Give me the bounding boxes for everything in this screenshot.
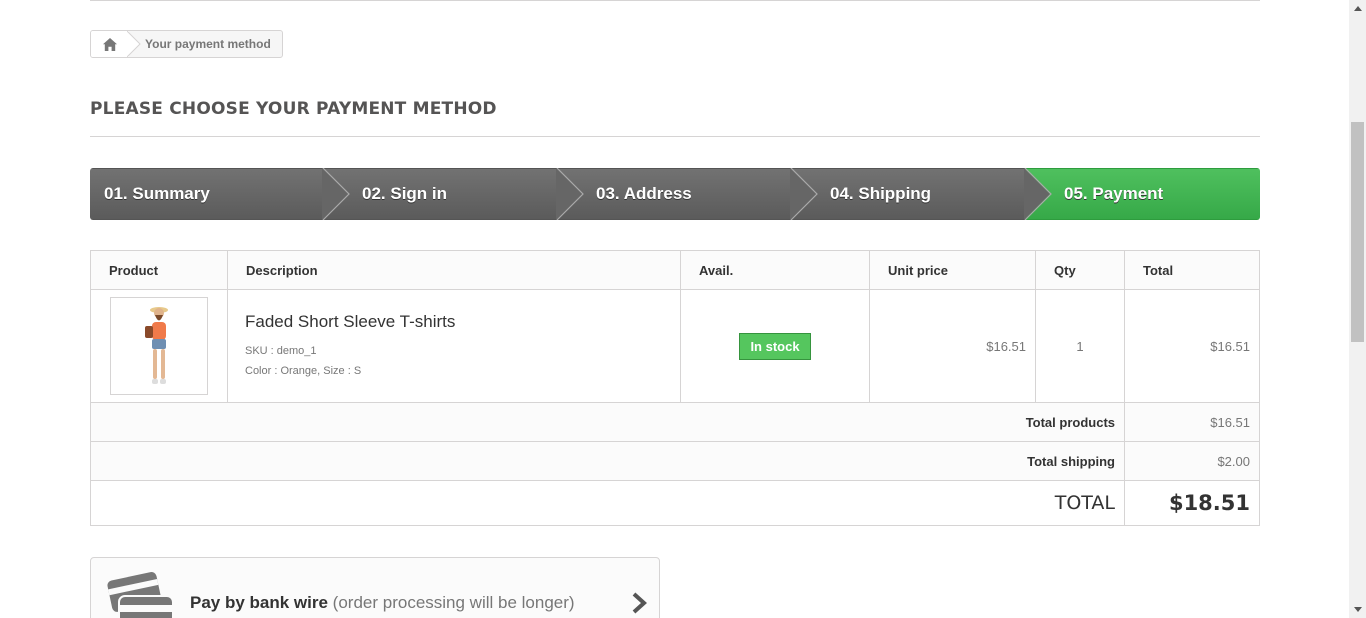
payment-method-note: (order processing will be longer) bbox=[327, 593, 575, 612]
payment-option-bankwire[interactable]: Pay by bank wire (order processing will … bbox=[90, 557, 660, 618]
product-image-cell bbox=[90, 289, 228, 403]
total-shipping-value: $2.00 bbox=[1124, 441, 1260, 481]
top-divider bbox=[90, 0, 1260, 1]
step-label: 02. Sign in bbox=[362, 184, 448, 203]
step-sign-in[interactable]: 02. Sign in bbox=[324, 168, 584, 220]
page-scrollbar[interactable] bbox=[1349, 0, 1366, 618]
step-arrow bbox=[556, 168, 584, 220]
breadcrumb-home-link[interactable] bbox=[91, 31, 129, 57]
step-label: 04. Shipping bbox=[830, 184, 932, 203]
grand-total-row: TOTAL $18.51 bbox=[90, 480, 1260, 526]
chevron-right-icon bbox=[632, 592, 647, 614]
scrollbar-thumb[interactable] bbox=[1351, 122, 1364, 342]
total-shipping-row: Total shipping $2.00 bbox=[90, 441, 1260, 481]
payment-method-name: Pay by bank wire bbox=[190, 593, 328, 612]
total-products-row: Total products $16.51 bbox=[90, 402, 1260, 442]
product-image[interactable] bbox=[110, 297, 208, 395]
breadcrumb-separator bbox=[127, 31, 143, 57]
order-steps: 01. Summary 02. Sign in 03. Address 04. … bbox=[90, 168, 1260, 220]
step-payment: 05. Payment bbox=[1026, 168, 1260, 220]
home-icon bbox=[103, 37, 117, 51]
qty-cell: 1 bbox=[1035, 289, 1125, 403]
availability-cell: In stock bbox=[680, 289, 870, 403]
col-unit-price: Unit price bbox=[869, 250, 1036, 290]
page-title: PLEASE CHOOSE YOUR PAYMENT METHOD bbox=[90, 99, 1260, 137]
line-total-cell: $16.51 bbox=[1124, 289, 1260, 403]
grand-total-value: $18.51 bbox=[1124, 480, 1260, 526]
breadcrumb: Your payment method bbox=[90, 30, 283, 58]
step-arrow bbox=[1024, 168, 1052, 220]
step-label: 03. Address bbox=[596, 184, 692, 203]
status-badge: In stock bbox=[739, 332, 811, 360]
col-description: Description bbox=[227, 250, 681, 290]
col-availability: Avail. bbox=[680, 250, 870, 290]
step-summary[interactable]: 01. Summary bbox=[90, 168, 350, 220]
col-qty: Qty bbox=[1035, 250, 1125, 290]
grand-total-label: TOTAL bbox=[90, 480, 1125, 526]
total-products-label: Total products bbox=[90, 402, 1125, 442]
payment-option-label[interactable]: Pay by bank wire (order processing will … bbox=[190, 593, 575, 613]
table-row: Faded Short Sleeve T-shirts SKU : demo_1… bbox=[90, 289, 1260, 403]
step-label: 05. Payment bbox=[1064, 184, 1164, 203]
step-arrow bbox=[322, 168, 350, 220]
col-total: Total bbox=[1124, 250, 1260, 290]
scroll-up-arrow-icon[interactable] bbox=[1349, 0, 1366, 17]
page-viewport: Your payment method PLEASE CHOOSE YOUR P… bbox=[0, 0, 1366, 618]
breadcrumb-current: Your payment method bbox=[145, 37, 271, 51]
step-arrow bbox=[790, 168, 818, 220]
product-photo-icon bbox=[145, 307, 168, 384]
step-shipping[interactable]: 04. Shipping bbox=[792, 168, 1052, 220]
product-description-cell: Faded Short Sleeve T-shirts SKU : demo_1… bbox=[227, 289, 681, 403]
col-product: Product bbox=[90, 250, 228, 290]
total-shipping-label: Total shipping bbox=[90, 441, 1125, 481]
step-label: 01. Summary bbox=[104, 184, 210, 203]
total-products-value: $16.51 bbox=[1124, 402, 1260, 442]
product-attributes: Color : Orange, Size : S bbox=[245, 364, 362, 377]
product-sku: SKU : demo_1 bbox=[245, 344, 317, 357]
scroll-down-arrow-icon[interactable] bbox=[1349, 601, 1366, 618]
unit-price-cell: $16.51 bbox=[869, 289, 1036, 403]
product-name-link[interactable]: Faded Short Sleeve T-shirts bbox=[245, 312, 680, 332]
table-header-row: Product Description Avail. Unit price Qt… bbox=[90, 250, 1260, 290]
bankwire-card-icon bbox=[107, 572, 174, 618]
cart-summary-table: Product Description Avail. Unit price Qt… bbox=[90, 250, 1260, 526]
step-address[interactable]: 03. Address bbox=[558, 168, 818, 220]
